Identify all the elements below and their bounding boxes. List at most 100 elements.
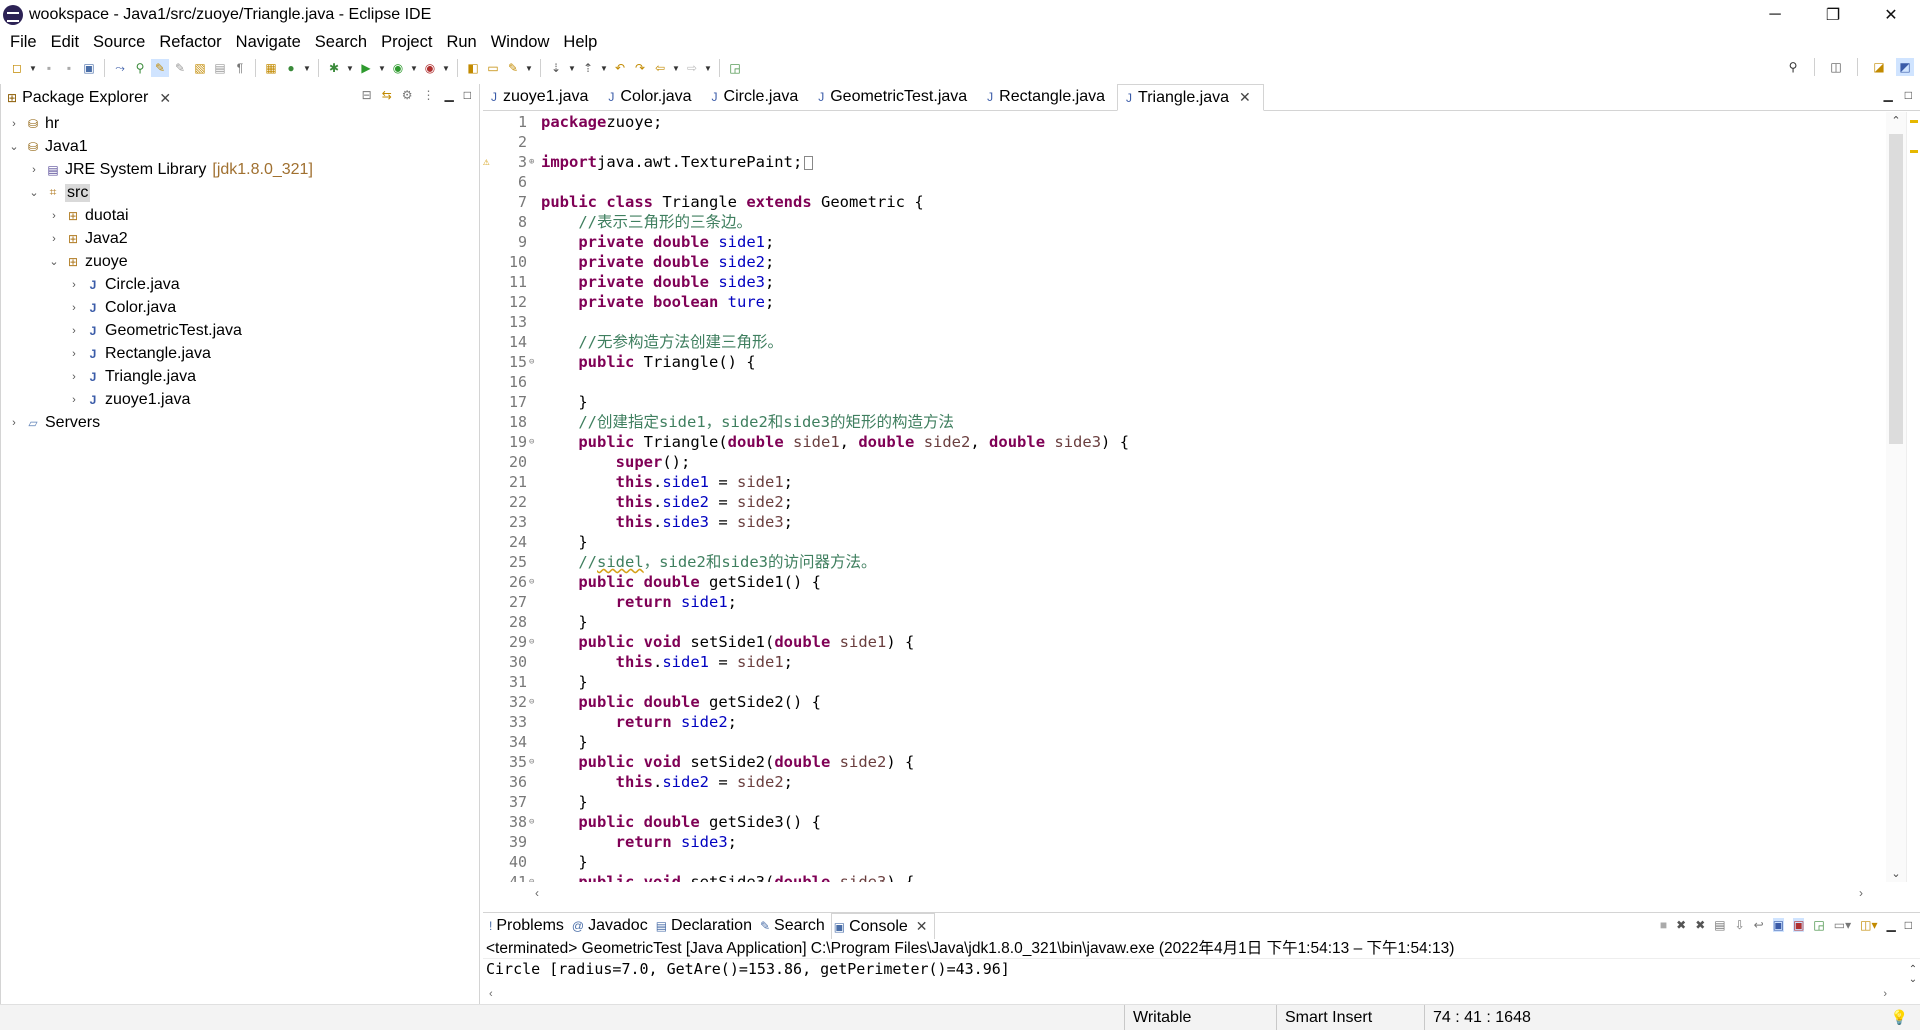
- fold-icon[interactable]: [529, 652, 541, 672]
- fold-icon[interactable]: ⊖: [529, 872, 541, 882]
- terminate-icon[interactable]: ■: [1660, 918, 1667, 932]
- code-line[interactable]: 9 private double side1;: [483, 232, 1886, 252]
- view-menu-icon[interactable]: ⋮: [423, 88, 435, 102]
- code-line[interactable]: 24 }: [483, 532, 1886, 552]
- show-on-stderr-icon[interactable]: ▣: [1793, 918, 1805, 932]
- open-perspective-icon[interactable]: ◫: [1827, 58, 1845, 76]
- tree-item[interactable]: › ⊞ duotai: [1, 204, 479, 227]
- code-line[interactable]: 23 this.side3 = side3;: [483, 512, 1886, 532]
- code-line[interactable]: 12 private boolean ture;: [483, 292, 1886, 312]
- save-all-icon[interactable]: ▪: [60, 59, 78, 77]
- fold-icon[interactable]: [529, 132, 541, 152]
- close-icon[interactable]: ✕: [916, 918, 928, 935]
- java-perspective-icon[interactable]: ◩: [1896, 58, 1914, 76]
- expand-icon[interactable]: ›: [47, 233, 61, 245]
- external-tools-icon[interactable]: ◉: [421, 59, 439, 77]
- new-project-icon[interactable]: ▦: [262, 59, 280, 77]
- fold-icon[interactable]: ⊖: [529, 752, 541, 772]
- code-line[interactable]: 22 this.side2 = side2;: [483, 492, 1886, 512]
- forward-icon[interactable]: ⇨: [683, 59, 701, 77]
- warning-marker[interactable]: [1910, 120, 1918, 123]
- console-output[interactable]: Circle [radius=7.0, GetAre()=153.86, get…: [483, 959, 1920, 979]
- fold-icon[interactable]: [529, 532, 541, 552]
- menu-file[interactable]: File: [3, 33, 44, 52]
- tree-item[interactable]: › ▱ Servers: [1, 411, 479, 434]
- menu-search[interactable]: Search: [308, 33, 374, 52]
- code-line[interactable]: 27 return side1;: [483, 592, 1886, 612]
- overview-ruler[interactable]: [1906, 112, 1920, 882]
- external-tools-dropdown-icon[interactable]: ▼: [441, 64, 451, 73]
- menu-help[interactable]: Help: [556, 33, 604, 52]
- collapse-all-icon[interactable]: ⊟: [362, 88, 372, 102]
- bottom-tab-declaration[interactable]: ▤ Declaration: [654, 913, 758, 939]
- save-icon[interactable]: ▪: [40, 59, 58, 77]
- editor-tab[interactable]: J Color.java: [600, 83, 703, 110]
- previous-annotation-icon[interactable]: ⇡: [579, 59, 597, 77]
- back-icon[interactable]: ⇦: [651, 59, 669, 77]
- new-class-icon[interactable]: ●: [282, 59, 300, 77]
- expand-icon[interactable]: ›: [67, 371, 81, 383]
- word-wrap-console-icon[interactable]: ↩: [1754, 918, 1764, 932]
- expand-icon[interactable]: ›: [67, 348, 81, 360]
- fold-icon[interactable]: [529, 412, 541, 432]
- expand-icon[interactable]: ›: [67, 279, 81, 291]
- fold-icon[interactable]: ⊖: [529, 352, 541, 372]
- bottom-tab-javadoc[interactable]: @ Javadoc: [570, 913, 654, 939]
- code-line[interactable]: 10 private double side2;: [483, 252, 1886, 272]
- toggle-mark-occurrences-icon[interactable]: ✎: [151, 59, 169, 77]
- close-icon[interactable]: ✕: [159, 90, 171, 107]
- java-ee-perspective-icon[interactable]: ◪: [1870, 58, 1888, 76]
- open-folder-icon[interactable]: ▭: [484, 59, 502, 77]
- open-type-icon[interactable]: ⚲: [131, 59, 149, 77]
- fold-icon[interactable]: [529, 372, 541, 392]
- show-on-stdout-icon[interactable]: ▣: [1772, 918, 1785, 932]
- fold-icon[interactable]: ⊖: [529, 812, 541, 832]
- collapsed-imports-icon[interactable]: [804, 155, 814, 170]
- scroll-lock-icon[interactable]: ⇩: [1735, 918, 1745, 932]
- menu-run[interactable]: Run: [439, 33, 483, 52]
- block-selection-icon[interactable]: ▧: [191, 59, 209, 77]
- filter-icon[interactable]: ⚙: [402, 88, 413, 102]
- expand-icon[interactable]: ›: [67, 325, 81, 337]
- fold-icon[interactable]: [529, 732, 541, 752]
- clear-console-icon[interactable]: ▤: [1714, 918, 1725, 932]
- minimize-editor-icon[interactable]: ▁: [1884, 88, 1893, 102]
- code-line[interactable]: 39 return side3;: [483, 832, 1886, 852]
- search-tool-icon[interactable]: ✎: [504, 59, 522, 77]
- tree-item[interactable]: › ▤ JRE System Library [jdk1.8.0_321]: [1, 158, 479, 181]
- fold-icon[interactable]: [529, 332, 541, 352]
- forward-dropdown-icon[interactable]: ▼: [703, 64, 713, 73]
- editor-tab[interactable]: J GeometricTest.java: [810, 83, 979, 110]
- fold-icon[interactable]: [529, 272, 541, 292]
- code-line[interactable]: 41 ⊖ public void setSide3(double side3) {: [483, 872, 1886, 882]
- code-line[interactable]: 26 ⊖ public double getSide1() {: [483, 572, 1886, 592]
- code-line[interactable]: 25 //sidel，side2和side3的访问器方法。: [483, 552, 1886, 572]
- bottom-tab-problems[interactable]: ! Problems: [487, 913, 570, 939]
- code-line[interactable]: 20 super();: [483, 452, 1886, 472]
- previous-annotation-dropdown-icon[interactable]: ▼: [599, 64, 609, 73]
- coverage-icon[interactable]: ◉: [389, 59, 407, 77]
- new-icon[interactable]: ◻: [8, 59, 26, 77]
- fold-icon[interactable]: [529, 552, 541, 572]
- code-line[interactable]: 1 packagezuoye;: [483, 112, 1886, 132]
- scroll-down-icon[interactable]: ⌄: [1886, 867, 1906, 880]
- code-area[interactable]: 1 packagezuoye; 2 3 ⚠ ⊕ importjava.awt.Texture…: [483, 112, 1886, 882]
- fold-icon[interactable]: ⊖: [529, 572, 541, 592]
- editor-tab[interactable]: Jzuoye1.java: [483, 83, 600, 110]
- scrollbar-thumb[interactable]: [1889, 134, 1903, 444]
- run-dropdown-icon[interactable]: ▼: [377, 64, 387, 73]
- insert-mode-status[interactable]: Smart Insert: [1276, 1005, 1424, 1030]
- minimize-console-icon[interactable]: ▁: [1887, 918, 1896, 932]
- code-line[interactable]: 3 ⚠ ⊕ importjava.awt.TexturePaint;: [483, 152, 1886, 172]
- editor-horizontal-scrollbar[interactable]: ‹ ›: [529, 884, 1869, 902]
- code-line[interactable]: 40 }: [483, 852, 1886, 872]
- fold-icon[interactable]: [529, 112, 541, 132]
- tip-bulb-icon[interactable]: 💡: [1891, 1009, 1908, 1026]
- menu-edit[interactable]: Edit: [44, 33, 86, 52]
- maximize-editor-icon[interactable]: □: [1905, 88, 1912, 102]
- menu-source[interactable]: Source: [86, 33, 152, 52]
- restore-button[interactable]: ❐: [1804, 0, 1862, 30]
- tree-item[interactable]: › ⊞ Java2: [1, 227, 479, 250]
- fold-icon[interactable]: [529, 772, 541, 792]
- next-annotation-icon[interactable]: ⇣: [547, 59, 565, 77]
